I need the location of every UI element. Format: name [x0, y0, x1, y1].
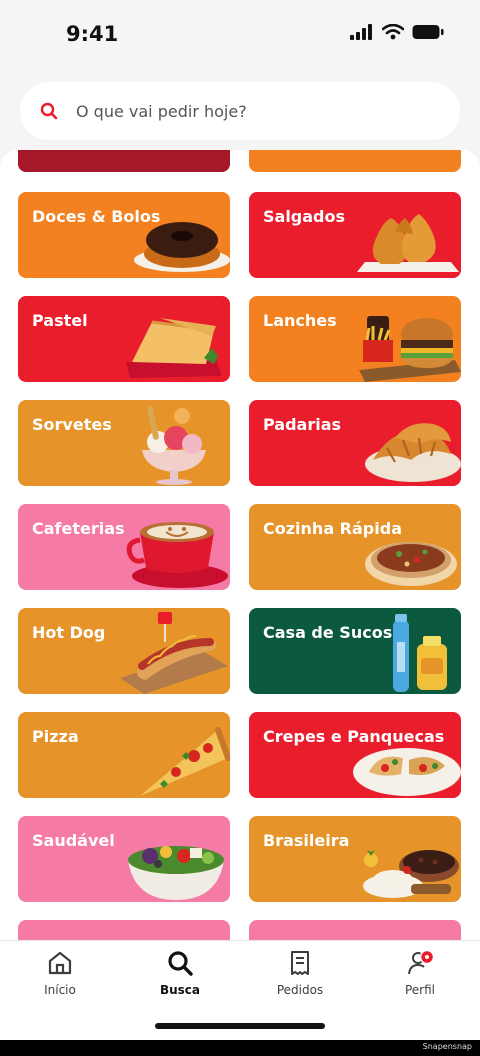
- category-card[interactable]: Cozinha Rápida: [249, 504, 461, 590]
- status-bar: 9:41: [0, 0, 480, 72]
- burger-icon: [359, 316, 461, 382]
- category-card[interactable]: Pizza: [18, 712, 230, 798]
- category-card[interactable]: Doces & Bolos: [18, 192, 230, 278]
- category-label: Cafeterias: [32, 519, 125, 538]
- category-card[interactable]: Padarias: [249, 400, 461, 486]
- category-label: Lanches: [263, 311, 337, 330]
- home-indicator: [155, 1023, 325, 1029]
- category-card[interactable]: Casa de Sucos: [249, 608, 461, 694]
- ice-cream-icon: [142, 406, 206, 485]
- pudding-icon: [134, 222, 230, 272]
- profile-icon: [408, 949, 434, 975]
- nav-inicio[interactable]: Início: [15, 949, 105, 1005]
- category-card[interactable]: Pastel: [18, 296, 230, 382]
- category-grid[interactable]: Doces & Bolos Salgados Pastel Lanches So…: [0, 150, 480, 940]
- category-card[interactable]: Salgados: [249, 192, 461, 278]
- coffee-cup-icon: [126, 522, 228, 588]
- pastel-icon: [126, 318, 222, 378]
- card-peek-top-left: [18, 150, 230, 172]
- search-input[interactable]: [76, 101, 416, 121]
- category-card[interactable]: Lanches: [249, 296, 461, 382]
- watermark: Snapensnap: [422, 1042, 472, 1051]
- category-label: Salgados: [263, 207, 346, 226]
- category-card[interactable]: Cafeterias: [18, 504, 230, 590]
- category-label: Brasileira: [263, 831, 350, 850]
- juice-bottle-icon: [393, 614, 447, 692]
- status-time: 9:41: [66, 22, 119, 46]
- category-label: Pastel: [32, 311, 88, 330]
- esfiha-icon: [365, 542, 457, 586]
- feijoada-icon: [363, 850, 459, 898]
- category-card[interactable]: Sorvetes: [18, 400, 230, 486]
- nav-label: Busca: [159, 983, 201, 997]
- nav-label: Perfil: [404, 983, 436, 997]
- home-icon: [48, 951, 72, 975]
- category-card[interactable]: Hot Dog: [18, 608, 230, 694]
- salad-bowl-icon: [128, 846, 224, 900]
- nav-label: Início: [44, 983, 76, 997]
- category-card[interactable]: Saudável: [18, 816, 230, 902]
- pizza-slice-icon: [140, 727, 230, 796]
- nav-perfil[interactable]: Perfil: [375, 949, 465, 1005]
- crepe-plate-icon: [353, 748, 461, 796]
- category-label: Pizza: [32, 727, 79, 746]
- search-bar[interactable]: [20, 82, 460, 140]
- battery-icon: [412, 25, 444, 39]
- category-card[interactable]: Crepes e Panquecas: [249, 712, 461, 798]
- search-icon: [168, 951, 193, 976]
- nav-busca[interactable]: Busca: [135, 949, 225, 1005]
- nav-label: Pedidos: [276, 983, 324, 997]
- nav-pedidos[interactable]: Pedidos: [255, 949, 345, 1005]
- category-card[interactable]: Brasileira: [249, 816, 461, 902]
- hot-dog-icon: [120, 612, 228, 694]
- category-label: Sorvetes: [32, 415, 112, 434]
- footer-strip: Snapensnap: [0, 1040, 480, 1056]
- receipt-icon: [291, 951, 309, 975]
- category-card-partial[interactable]: [18, 920, 230, 940]
- cellular-signal-icon: [350, 24, 372, 40]
- croissant-icon: [365, 423, 461, 482]
- status-icons: [350, 24, 444, 40]
- category-label: Padarias: [263, 415, 342, 434]
- category-card-partial[interactable]: [249, 920, 461, 940]
- coxinha-icon: [357, 214, 459, 272]
- category-label: Hot Dog: [32, 623, 106, 642]
- card-peek-top-right: [249, 150, 461, 172]
- category-label: Saudável: [32, 831, 115, 850]
- search-icon: [40, 102, 58, 120]
- wifi-icon: [382, 24, 404, 40]
